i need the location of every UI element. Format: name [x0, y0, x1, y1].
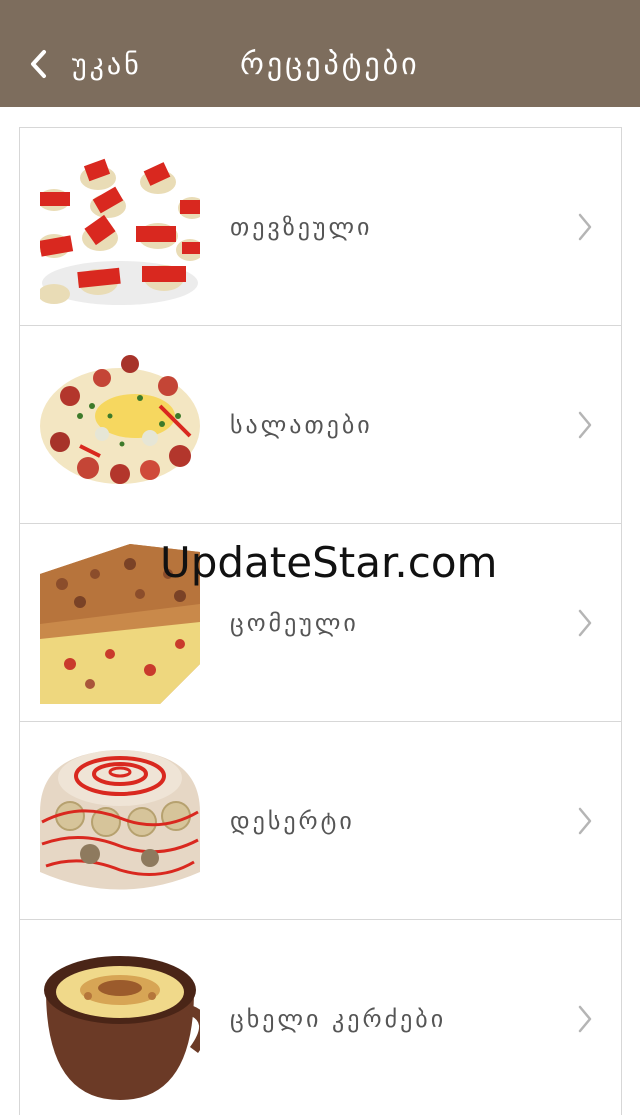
back-button[interactable]: უკან	[28, 40, 142, 88]
list-item-dessert[interactable]: დესერტი	[20, 721, 621, 919]
category-image-fish	[40, 148, 200, 308]
chevron-right-icon	[578, 213, 592, 241]
category-list: თევზეული სალათები ცომეული დესერტი ცხელი …	[19, 127, 622, 1115]
category-image-hot-dishes	[40, 940, 200, 1100]
category-label: თევზეული	[230, 213, 373, 241]
chevron-right-icon	[578, 411, 592, 439]
category-image-salads	[40, 346, 200, 506]
chevron-right-icon	[578, 807, 592, 835]
list-item-fish[interactable]: თევზეული	[20, 127, 621, 325]
page-title: რეცეპტები	[240, 46, 420, 82]
category-label: ცხელი კერძები	[230, 1005, 447, 1033]
list-item-hot-dishes[interactable]: ცხელი კერძები	[20, 919, 621, 1115]
category-label: დესერტი	[230, 807, 355, 835]
watermark: UpdateStar.com	[160, 538, 498, 587]
category-image-dessert	[40, 742, 200, 902]
chevron-right-icon	[578, 609, 592, 637]
list-item-salads[interactable]: სალათები	[20, 325, 621, 523]
back-label: უკან	[72, 47, 142, 81]
category-label: სალათები	[230, 411, 373, 439]
top-bar: უკან რეცეპტები	[0, 0, 640, 107]
chevron-left-icon	[31, 50, 46, 78]
chevron-right-icon	[578, 1005, 592, 1033]
